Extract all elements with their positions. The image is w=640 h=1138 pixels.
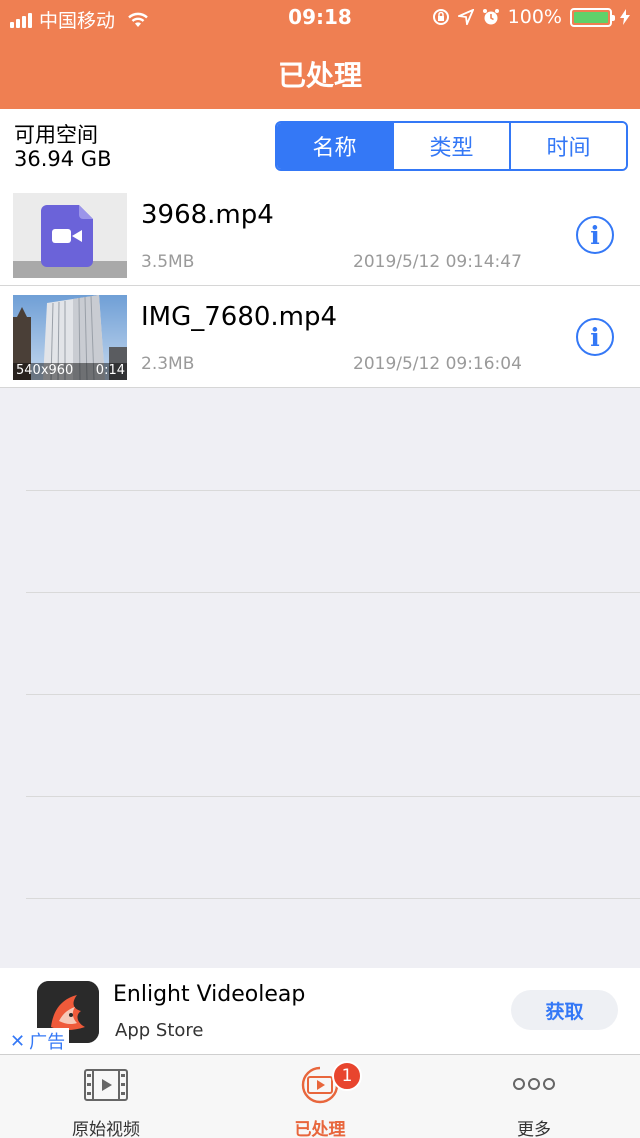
ad-subtitle: App Store [115,1020,204,1041]
video-resolution: 540x960 [16,363,74,378]
header: 中国移动 09:18 100% 已处理 [0,0,640,109]
tab-processed[interactable]: 已处理 [230,1055,410,1138]
separator [26,898,640,899]
separator [26,796,640,797]
video-file-thumbnail [13,193,127,278]
get-button[interactable]: 获取 [511,990,618,1030]
film-icon [84,1069,128,1101]
tab-label: 已处理 [294,1120,346,1138]
ad-banner[interactable]: Enlight Videoleap App Store 获取 ✕ 广告 [0,968,640,1054]
info-icon: i [590,220,600,250]
storage-label: 可用空间 [14,123,98,147]
battery-percent: 100% [507,6,562,28]
info-button[interactable]: i [576,216,614,254]
location-icon [457,9,474,25]
status-bar: 中国移动 09:18 100% [0,0,640,36]
sort-by-name-button[interactable]: 名称 [277,123,394,169]
file-name: IMG_7680.mp4 [141,302,338,332]
tab-label: 原始视频 [72,1120,140,1138]
info-button[interactable]: i [576,318,614,356]
separator [26,490,640,491]
file-list: 3968.mp4 3.5MB 2019/5/12 09:14:47 i 540x… [0,184,640,388]
tab-original-videos[interactable]: 原始视频 [16,1055,196,1138]
video-duration: 0:14 [95,363,125,378]
charging-icon [620,9,630,25]
ad-tag[interactable]: ✕ 广告 [6,1028,70,1054]
file-date: 2019/5/12 09:14:47 [353,252,522,272]
video-file-icon [41,205,93,267]
notification-badge: 1 [332,1061,362,1091]
sort-by-type-button[interactable]: 类型 [394,123,511,169]
video-thumbnail: 540x960 0:14 [13,295,127,380]
file-size: 2.3MB [141,354,195,374]
separator [26,592,640,593]
tab-label: 更多 [517,1120,551,1138]
ad-title: Enlight Videoleap [113,982,306,1007]
ad-label: 广告 [29,1032,66,1053]
sort-by-time-button[interactable]: 时间 [511,123,626,169]
tab-more[interactable]: 更多 [444,1055,624,1138]
more-icon [513,1078,555,1090]
tab-bar: 原始视频 已处理 1 更多 [0,1054,640,1138]
separator [26,694,640,695]
file-name: 3968.mp4 [141,200,274,230]
empty-list-area [0,388,640,968]
file-date: 2019/5/12 09:16:04 [353,354,522,374]
file-size: 3.5MB [141,252,195,272]
file-row[interactable]: 540x960 0:14 IMG_7680.mp4 2.3MB 2019/5/1… [0,286,640,388]
info-icon: i [590,322,600,352]
battery-icon [570,7,615,27]
close-icon[interactable]: ✕ [10,1031,25,1052]
sort-segmented-control: 名称 类型 时间 [275,121,628,171]
page-title: 已处理 [277,59,362,92]
rotation-lock-icon [432,9,449,25]
storage-bar: 可用空间 36.94 GB 名称 类型 时间 [0,109,640,184]
alarm-icon [482,9,499,25]
storage-value: 36.94 GB [14,147,112,171]
file-row[interactable]: 3968.mp4 3.5MB 2019/5/12 09:14:47 i [0,184,640,286]
